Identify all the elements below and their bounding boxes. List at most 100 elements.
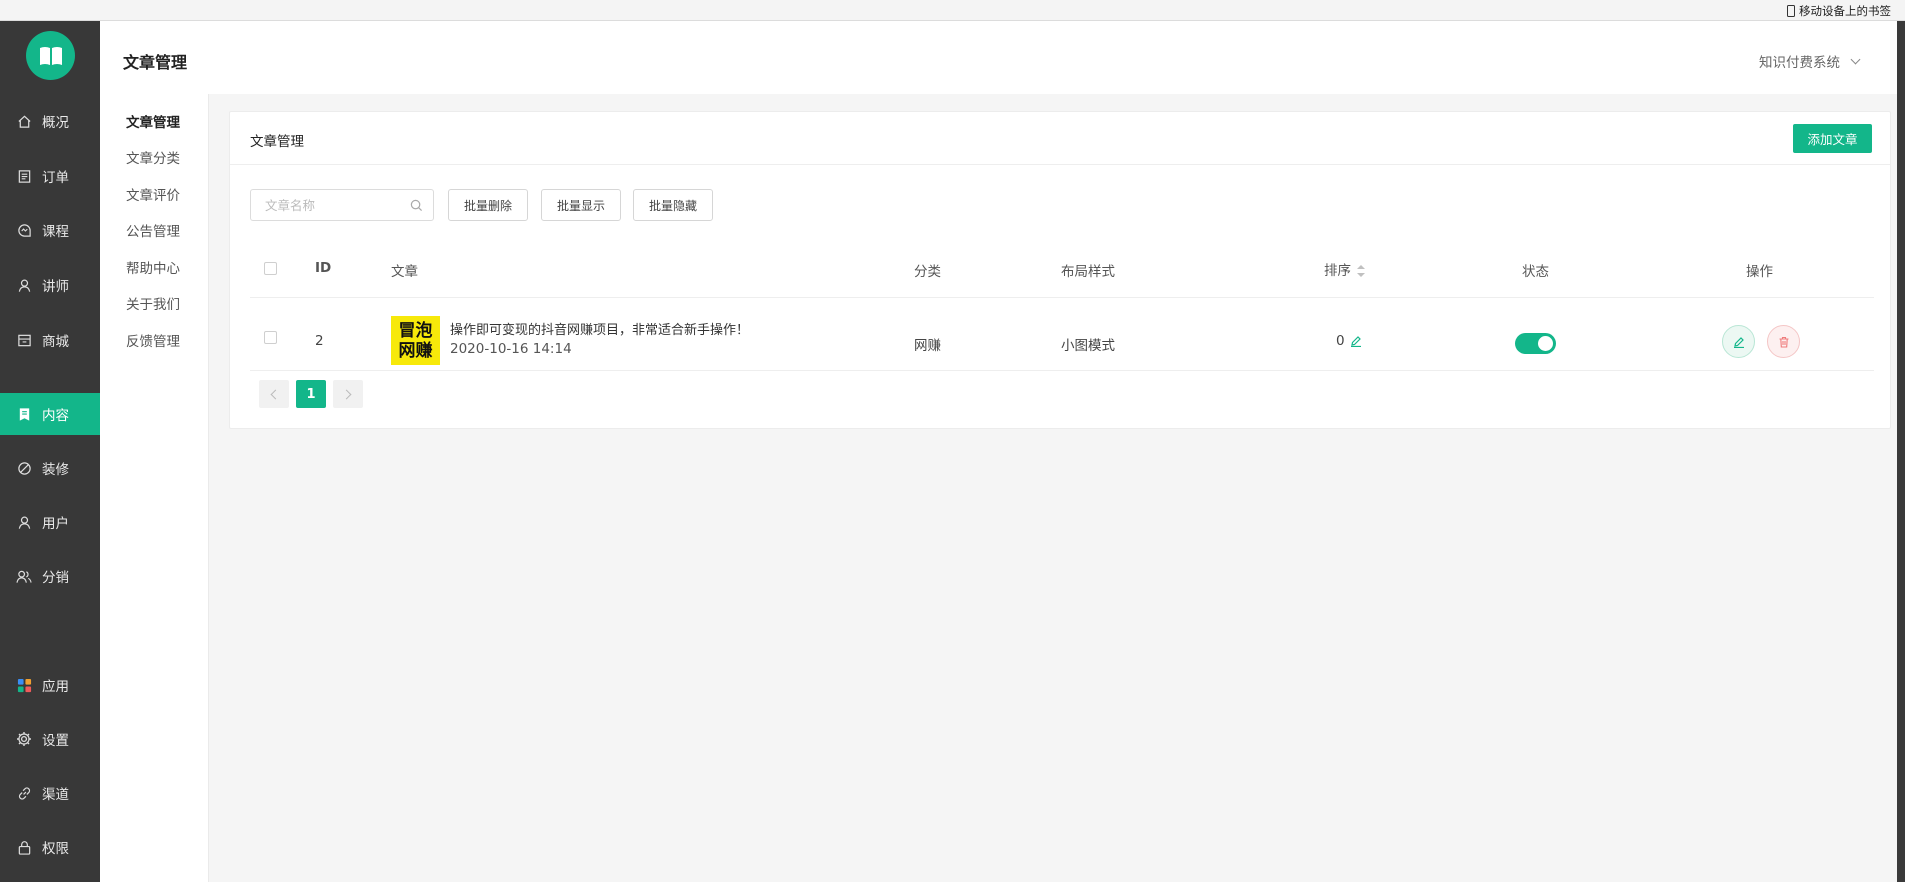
app-logo[interactable] xyxy=(26,31,75,80)
sidebar-item-settings[interactable]: 设置 xyxy=(0,718,100,760)
chevron-right-icon xyxy=(341,389,352,399)
sidebar-item-label: 内容 xyxy=(42,408,69,424)
content-subnav: 文章管理 文章分类 文章评价 公告管理 帮助中心 关于我们 反馈管理 xyxy=(100,94,209,882)
course-icon xyxy=(16,222,32,238)
mobile-bookmarks-label: 移动设备上的书签 xyxy=(1799,3,1891,18)
apps-icon xyxy=(16,677,32,693)
sidebar-item-label: 课程 xyxy=(42,224,69,240)
article-thumbnail: 冒泡 网赚 xyxy=(391,316,440,365)
sidebar-item-label: 概况 xyxy=(42,115,69,131)
phone-icon xyxy=(1787,4,1795,17)
article-search-input[interactable] xyxy=(265,197,410,213)
row-id: 2 xyxy=(315,333,324,349)
toggle-knob xyxy=(1538,336,1553,351)
column-header-category: 分类 xyxy=(914,264,941,280)
article-title: 操作即可变现的抖音网赚项目，非常适合新手操作！ xyxy=(450,323,750,338)
lock-icon xyxy=(16,839,32,855)
order-icon xyxy=(16,168,32,184)
bulk-delete-button[interactable]: 批量删除 xyxy=(448,189,528,221)
subnav-item-help-center[interactable]: 帮助中心 xyxy=(126,257,180,277)
edit-icon xyxy=(1733,336,1744,348)
search-icon[interactable] xyxy=(410,199,423,212)
sidebar-item-label: 用户 xyxy=(42,516,69,532)
subnav-item-announcements[interactable]: 公告管理 xyxy=(126,220,180,240)
edit-sort-icon[interactable] xyxy=(1350,335,1362,347)
link-icon xyxy=(16,785,32,801)
sidebar-item-courses[interactable]: 课程 xyxy=(0,209,100,251)
column-header-id: ID xyxy=(315,260,332,276)
main-sidebar: 概况 订单 课程 讲师 商城 内容 装修 用户 分销 应用 设置 渠道 权限 xyxy=(0,21,100,882)
book-icon xyxy=(39,46,62,65)
sidebar-item-label: 订单 xyxy=(42,170,69,186)
chevron-left-icon xyxy=(270,389,281,399)
subnav-item-article-category[interactable]: 文章分类 xyxy=(126,147,180,167)
sidebar-item-label: 讲师 xyxy=(42,279,69,295)
pagination-page-1[interactable]: 1 xyxy=(296,380,326,408)
sidebar-item-users[interactable]: 用户 xyxy=(0,501,100,543)
row-sort-value: 0 xyxy=(1336,333,1345,349)
decorate-icon xyxy=(16,460,32,476)
add-article-button[interactable]: 添加文章 xyxy=(1793,124,1872,153)
sort-icon[interactable] xyxy=(1357,265,1365,277)
row-checkbox[interactable] xyxy=(264,331,277,344)
pagination-next-button[interactable] xyxy=(333,380,363,408)
select-all-checkbox[interactable] xyxy=(264,262,277,275)
table-divider xyxy=(250,297,1874,298)
column-header-sort[interactable]: 排序 xyxy=(1324,259,1365,279)
article-card: 文章管理 添加文章 批量删除 批量显示 批量隐藏 ID 文章 分类 布局样式 排… xyxy=(229,111,1891,429)
column-header-layout: 布局样式 xyxy=(1061,264,1115,280)
teacher-icon xyxy=(16,277,32,293)
sidebar-item-label: 设置 xyxy=(42,733,69,749)
sidebar-item-label: 应用 xyxy=(42,679,69,695)
row-sort: 0 xyxy=(1336,333,1362,349)
sidebar-item-label: 权限 xyxy=(42,841,69,857)
bulk-hide-button[interactable]: 批量隐藏 xyxy=(633,189,713,221)
trash-icon xyxy=(1779,336,1788,348)
delete-button[interactable] xyxy=(1767,325,1800,358)
sidebar-item-decorate[interactable]: 装修 xyxy=(0,447,100,489)
page-title: 文章管理 xyxy=(123,53,188,72)
system-switcher[interactable]: 知识付费系统 xyxy=(1759,51,1861,71)
bulk-show-button[interactable]: 批量显示 xyxy=(541,189,621,221)
thumbnail-text-line1: 冒泡 xyxy=(398,320,433,341)
user-icon xyxy=(16,514,32,530)
article-search-box xyxy=(250,189,434,221)
sidebar-item-orders[interactable]: 订单 xyxy=(0,155,100,197)
sidebar-item-distribution[interactable]: 分销 xyxy=(0,555,100,597)
sidebar-item-label: 渠道 xyxy=(42,787,69,803)
sidebar-item-permissions[interactable]: 权限 xyxy=(0,826,100,868)
sidebar-item-content[interactable]: 内容 xyxy=(0,393,100,435)
subnav-item-feedback[interactable]: 反馈管理 xyxy=(126,330,180,350)
row-layout: 小图模式 xyxy=(1061,338,1115,354)
card-header: 文章管理 添加文章 xyxy=(230,112,1890,165)
subnav-item-article-review[interactable]: 文章评价 xyxy=(126,184,180,204)
sidebar-item-shop[interactable]: 商城 xyxy=(0,319,100,361)
sidebar-item-overview[interactable]: 概况 xyxy=(0,100,100,142)
subnav-item-article-manage[interactable]: 文章管理 xyxy=(126,111,180,131)
sidebar-item-label: 分销 xyxy=(42,570,69,586)
subnav-item-about-us[interactable]: 关于我们 xyxy=(126,293,180,313)
card-title: 文章管理 xyxy=(250,134,304,150)
row-category: 网赚 xyxy=(914,338,941,354)
system-switcher-label: 知识付费系统 xyxy=(1759,55,1840,71)
sidebar-item-label: 装修 xyxy=(42,462,69,478)
gear-icon xyxy=(16,731,32,747)
home-icon xyxy=(16,113,32,129)
browser-bookmark-bar: 移动设备上的书签 xyxy=(0,0,1905,21)
pagination-prev-button[interactable] xyxy=(259,380,289,408)
window-frame-edge xyxy=(1897,21,1905,882)
mobile-bookmarks-link[interactable]: 移动设备上的书签 xyxy=(1787,2,1891,19)
article-date: 2020-10-16 14:14 xyxy=(450,341,572,357)
edit-button[interactable] xyxy=(1722,325,1755,358)
status-toggle[interactable] xyxy=(1515,333,1556,354)
sidebar-item-apps[interactable]: 应用 xyxy=(0,664,100,706)
distribution-icon xyxy=(16,568,32,584)
column-header-status: 状态 xyxy=(1522,264,1549,280)
chevron-down-icon xyxy=(1850,54,1861,64)
column-header-sort-label: 排序 xyxy=(1324,263,1351,279)
sidebar-item-label: 商城 xyxy=(42,334,69,350)
table-divider xyxy=(250,370,1874,371)
sidebar-item-teachers[interactable]: 讲师 xyxy=(0,264,100,306)
sidebar-item-channels[interactable]: 渠道 xyxy=(0,772,100,814)
thumbnail-text-line2: 网赚 xyxy=(398,340,433,361)
